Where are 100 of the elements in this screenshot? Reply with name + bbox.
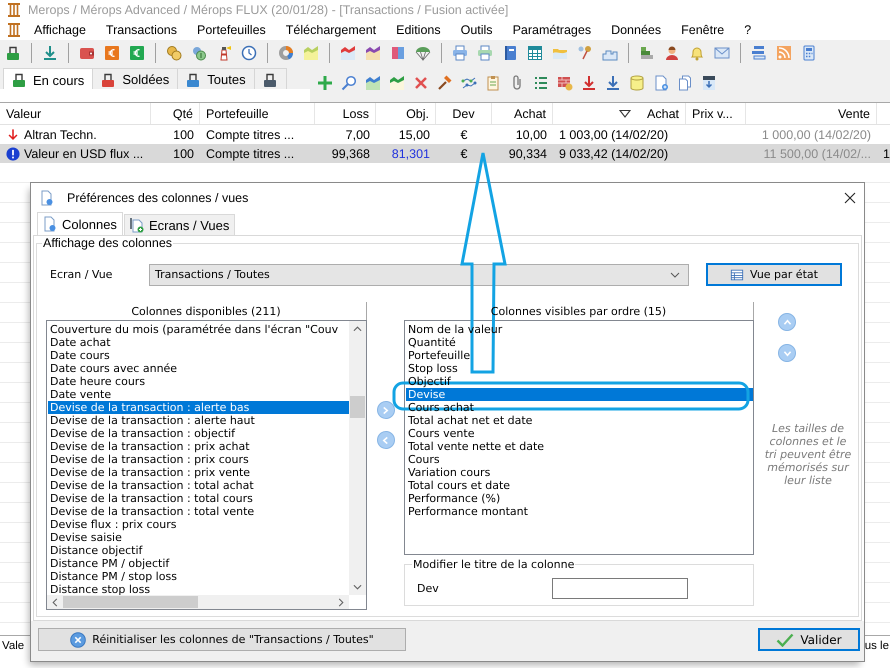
area-chart-icon[interactable] bbox=[340, 45, 356, 61]
chevron-up-icon[interactable] bbox=[353, 326, 362, 332]
menu-item[interactable]: Données bbox=[601, 23, 672, 37]
printer-icon[interactable] bbox=[476, 45, 492, 61]
area-chart-icon[interactable] bbox=[389, 75, 405, 91]
brick-wall-icon[interactable] bbox=[557, 75, 573, 91]
list-item[interactable]: Devise de la transaction : alerte haut bbox=[48, 414, 349, 427]
move-up-button[interactable] bbox=[778, 313, 796, 331]
list-item[interactable]: Date heure cours bbox=[48, 375, 349, 388]
list-item[interactable]: Distance PM / objectif bbox=[48, 557, 349, 570]
tab[interactable]: Toutes bbox=[177, 68, 255, 90]
column-header[interactable]: us le bbox=[864, 640, 889, 652]
chevron-left-icon[interactable] bbox=[52, 598, 58, 606]
chevron-right-icon[interactable] bbox=[338, 598, 344, 606]
column-header[interactable]: Achat bbox=[492, 103, 553, 124]
download-icon[interactable] bbox=[42, 45, 58, 61]
menu-item[interactable]: Transactions bbox=[96, 23, 187, 37]
printer-icon[interactable] bbox=[452, 45, 468, 61]
euro-icon[interactable] bbox=[128, 45, 144, 61]
list-item[interactable]: Cours bbox=[406, 453, 753, 466]
list-item[interactable]: Performance montant bbox=[406, 505, 753, 518]
menu-item[interactable]: Fenêtre bbox=[671, 23, 734, 37]
reset-button[interactable]: Réinitialiser les colonnes de "Transactions / Toutes" bbox=[38, 628, 406, 651]
list-item[interactable]: Devise bbox=[406, 388, 753, 401]
list-item[interactable]: Distance objectif bbox=[48, 544, 349, 557]
list-item[interactable]: Total cours et date bbox=[406, 479, 753, 492]
parachute-icon[interactable] bbox=[414, 45, 430, 61]
list-item[interactable]: Distance PM / stop loss bbox=[48, 570, 349, 583]
coins-icon[interactable] bbox=[166, 45, 182, 61]
coin-icon[interactable] bbox=[190, 45, 206, 61]
list-item[interactable]: Variation cours bbox=[406, 466, 753, 479]
menu-item[interactable]: ? bbox=[734, 23, 762, 37]
move-down-button[interactable] bbox=[778, 344, 796, 362]
euro-icon[interactable] bbox=[104, 45, 120, 61]
chevron-down-icon[interactable] bbox=[353, 584, 362, 590]
column-header[interactable]: Achat bbox=[553, 103, 686, 124]
list-item[interactable]: Stop loss bbox=[406, 362, 753, 375]
list-item[interactable]: Distance stop loss bbox=[48, 583, 349, 595]
cylinder-icon[interactable] bbox=[629, 75, 645, 91]
column-header[interactable]: Qté bbox=[151, 103, 200, 124]
menu-item[interactable]: Outils bbox=[450, 23, 503, 37]
scrollbar-thumb[interactable] bbox=[350, 396, 365, 418]
scrollbar-thumb[interactable] bbox=[63, 596, 198, 608]
cross-icon[interactable] bbox=[413, 75, 429, 91]
rss-icon[interactable] bbox=[776, 45, 792, 61]
donut-chart-icon[interactable] bbox=[278, 45, 294, 61]
screen-dropdown[interactable]: Transactions / Toutes bbox=[149, 264, 689, 286]
bell-icon[interactable] bbox=[688, 45, 704, 61]
list-icon[interactable] bbox=[533, 75, 549, 91]
menu-item[interactable]: Affichage bbox=[24, 23, 96, 37]
column-header[interactable]: Loss bbox=[315, 103, 376, 124]
arrow-down-icon[interactable] bbox=[605, 75, 621, 91]
list-item[interactable]: Cours vente bbox=[406, 427, 753, 440]
binder-clip-icon[interactable] bbox=[4, 45, 20, 61]
column-header[interactable]: Dev bbox=[436, 103, 492, 124]
search-icon[interactable] bbox=[341, 75, 357, 91]
calculator-icon[interactable] bbox=[800, 45, 816, 61]
menu-item[interactable]: Téléchargement bbox=[276, 23, 386, 37]
column-title-field[interactable] bbox=[552, 578, 688, 599]
copy-icon[interactable] bbox=[677, 75, 693, 91]
clipboard-icon[interactable] bbox=[485, 75, 501, 91]
wallet-icon[interactable] bbox=[78, 45, 94, 61]
envelope-icon[interactable] bbox=[714, 45, 730, 61]
tab[interactable]: Colonnes bbox=[37, 212, 123, 235]
list-item[interactable]: Devise saisie bbox=[48, 531, 349, 544]
list-item[interactable]: Quantité bbox=[406, 336, 753, 349]
stack-icon[interactable] bbox=[750, 45, 766, 61]
tab[interactable]: En cours bbox=[3, 68, 94, 91]
horizontal-scrollbar[interactable] bbox=[47, 595, 349, 609]
new-document-icon[interactable] bbox=[653, 75, 669, 91]
ok-button[interactable]: Valider bbox=[758, 628, 860, 651]
column-header[interactable]: Valeur bbox=[0, 103, 151, 124]
arrow-down-icon[interactable] bbox=[581, 75, 597, 91]
steps-icon[interactable] bbox=[638, 45, 654, 61]
list-item[interactable]: Devise de la transaction : total achat bbox=[48, 479, 349, 492]
list-item[interactable]: Date cours avec année bbox=[48, 362, 349, 375]
area-chart-icon[interactable] bbox=[365, 75, 381, 91]
list-item[interactable]: Total achat net et date bbox=[406, 414, 753, 427]
list-item[interactable]: Devise de la transaction : prix vente bbox=[48, 466, 349, 479]
table-icon[interactable] bbox=[526, 45, 542, 61]
list-item[interactable]: Devise de la transaction : total vente bbox=[48, 505, 349, 518]
column-header[interactable]: Portefeuille bbox=[200, 103, 315, 124]
table-row[interactable]: Valeur en USD flux ... 100 Compte titres ... 99,368 81,301 € 90,334 9 033,42 (14/02/20) 11 500,00 (14/02/... 1 bbox=[0, 144, 890, 163]
list-item[interactable]: Total vente nette et date bbox=[406, 440, 753, 453]
list-item[interactable]: Devise flux : prix cours bbox=[48, 518, 349, 531]
tab[interactable]: Ecrans / Vues bbox=[124, 214, 236, 235]
list-item[interactable]: Date vente bbox=[48, 388, 349, 401]
list-item[interactable]: Performance (%) bbox=[406, 492, 753, 505]
download-icon[interactable] bbox=[701, 75, 717, 91]
menu-item[interactable]: Portefeuilles bbox=[187, 23, 276, 37]
pins-icon[interactable] bbox=[576, 45, 592, 61]
book-icon[interactable] bbox=[390, 45, 406, 61]
column-header[interactable]: Obj. bbox=[376, 103, 436, 124]
menu-item[interactable]: Editions bbox=[386, 23, 451, 37]
list-item[interactable]: Devise de la transaction : total cours bbox=[48, 492, 349, 505]
vertical-scrollbar[interactable] bbox=[349, 321, 366, 595]
list-item[interactable]: Devise de la transaction : prix achat bbox=[48, 440, 349, 453]
list-item[interactable]: Couverture du mois (paramétrée dans l'écran "Couv bbox=[48, 323, 349, 336]
table-row[interactable]: Altran Techn. 100 Compte titres ... 7,00 15,00 € 10,00 1 003,00 (14/02/20) 1 000,00 (14/02/20) bbox=[0, 125, 890, 144]
pillar-icon[interactable] bbox=[6, 22, 22, 38]
